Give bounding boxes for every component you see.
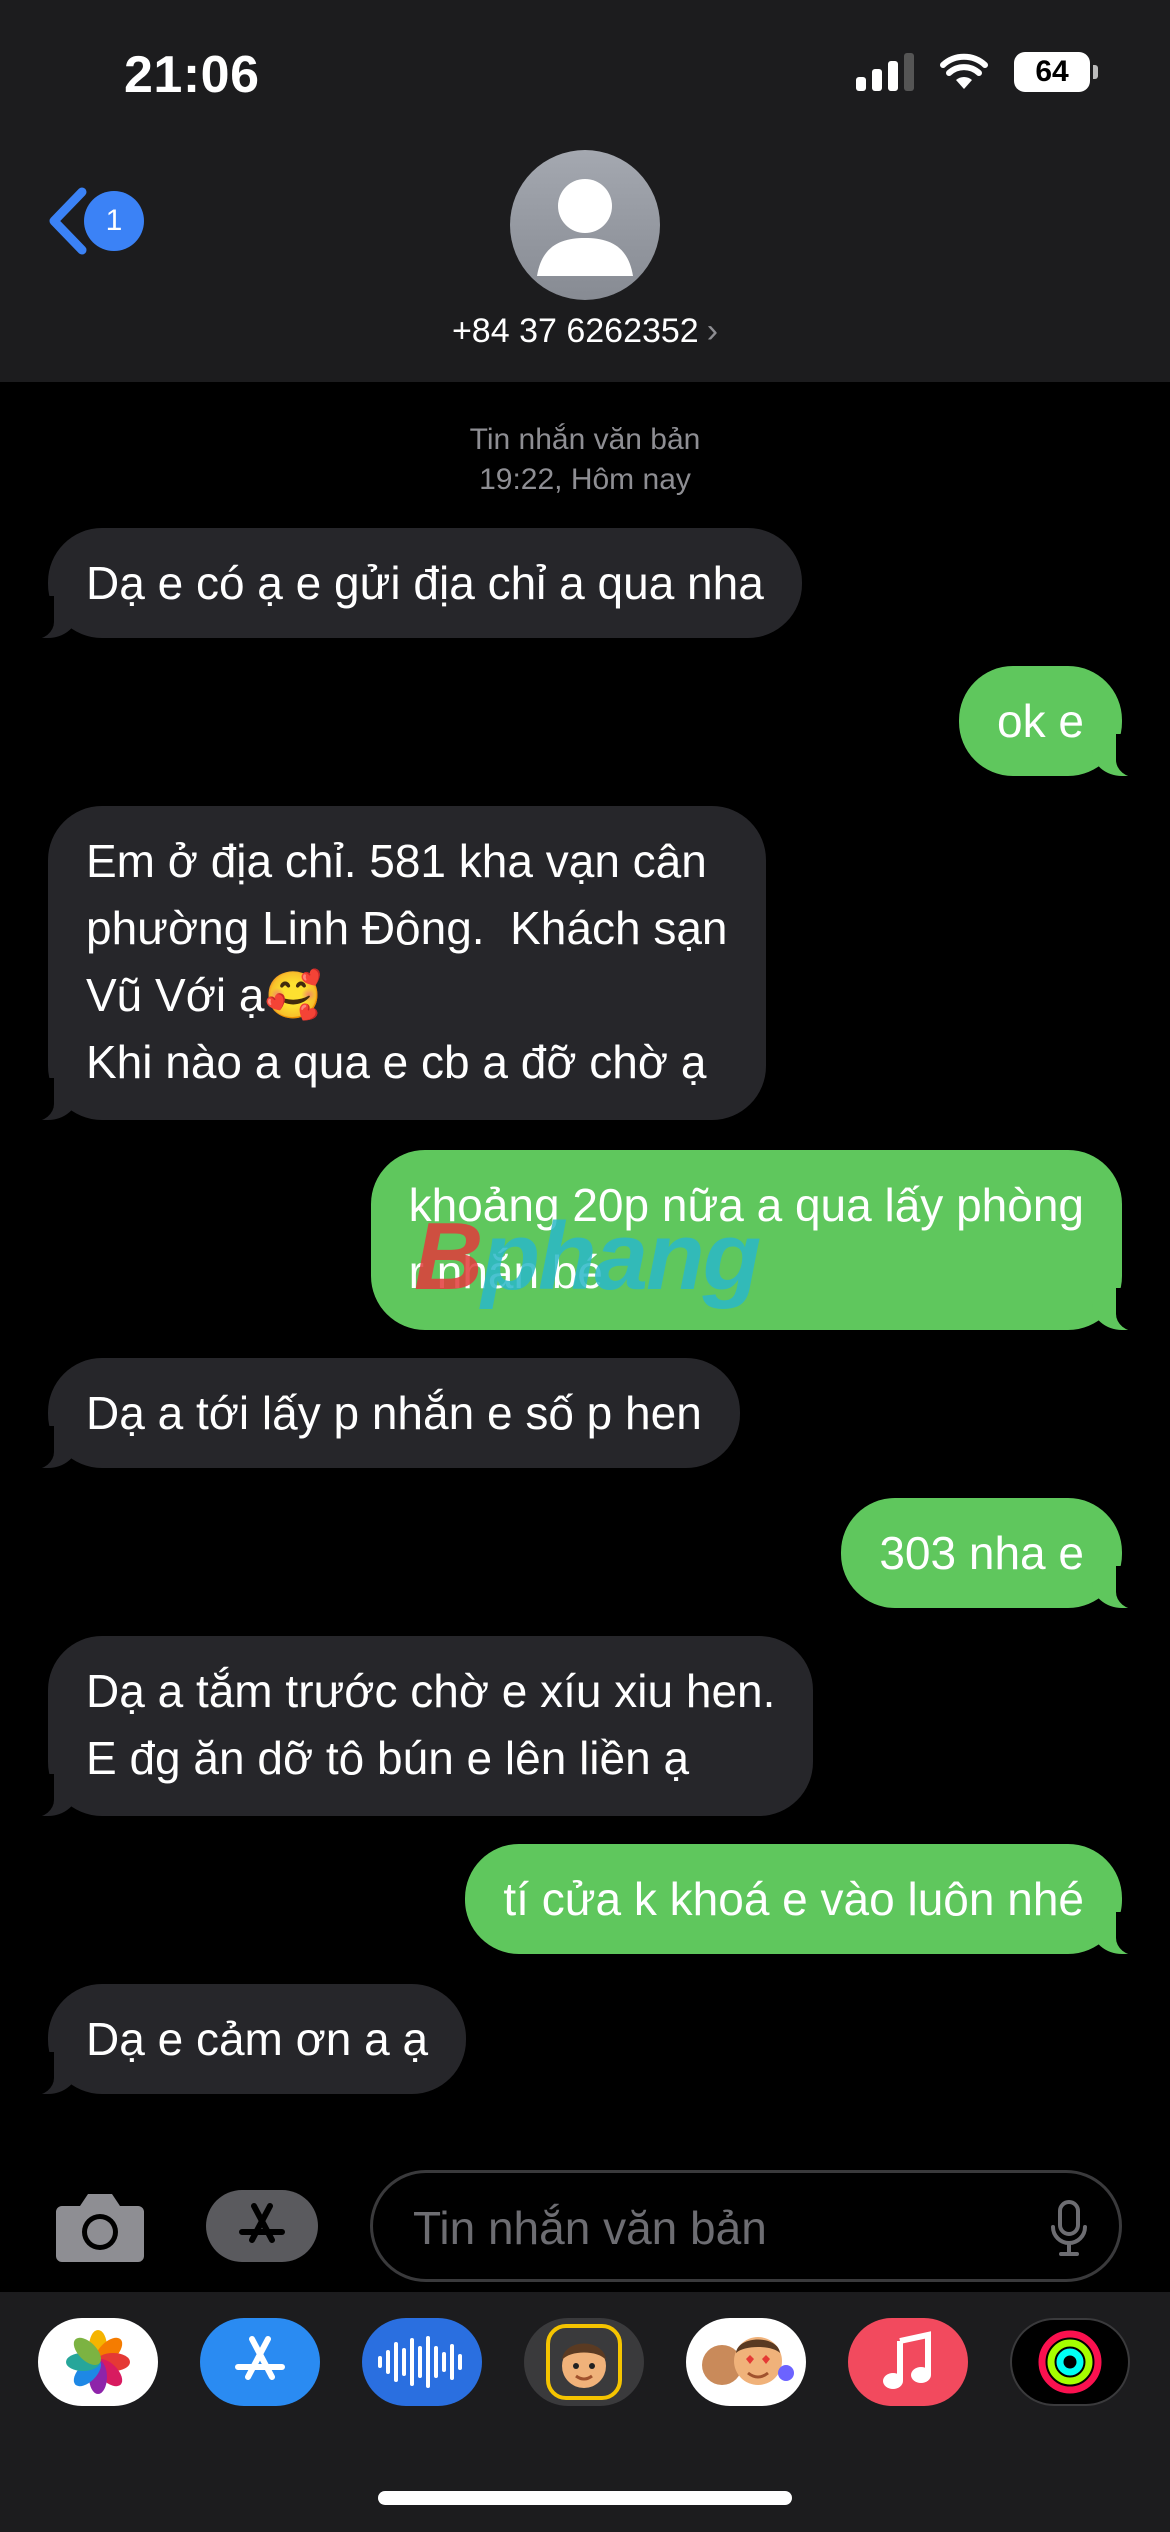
home-indicator[interactable] [378, 2491, 792, 2505]
voice-app-button[interactable] [362, 2318, 482, 2406]
app-store-icon [239, 2203, 285, 2243]
status-icons: 64 [856, 52, 1098, 92]
app-store-icon [235, 2336, 285, 2380]
cellular-signal-icon [856, 53, 914, 91]
message-input[interactable] [411, 2195, 1015, 2261]
app-store-app-button[interactable] [200, 2318, 320, 2406]
microphone-icon[interactable] [1049, 2199, 1089, 2257]
message-outgoing[interactable]: 303 nha e [841, 1498, 1152, 1610]
wifi-icon [940, 53, 988, 89]
conversation-header: 21:06 64 1 +84 37 6262352 › [0, 0, 1170, 382]
chevron-right-icon: › [706, 312, 719, 350]
memoji-app-button[interactable] [524, 2318, 644, 2406]
message-outgoing[interactable]: ok e [959, 666, 1152, 778]
message-incoming[interactable]: Dạ a tới lấy p nhắn e số p hen [18, 1358, 740, 1470]
message-incoming[interactable]: Dạ a tắm trước chờ e xíu xiu hen. E đg ă… [17, 1636, 814, 1818]
message-incoming[interactable]: Dạ e cảm ơn a ạ [17, 1984, 467, 2096]
message-input-container[interactable] [370, 2170, 1122, 2282]
music-app-button[interactable] [848, 2318, 968, 2406]
camera-icon[interactable] [54, 2188, 146, 2264]
thread-type-label: Tin nhắn văn bản [469, 423, 701, 456]
unread-count-badge: 1 [84, 191, 144, 251]
back-button[interactable]: 1 [46, 186, 144, 256]
photos-app-button[interactable] [38, 2318, 158, 2406]
voice-memo-icon [378, 2336, 462, 2388]
thread-timestamp: 19:22, Hôm nay [479, 463, 691, 496]
memoji-icon [546, 2324, 622, 2400]
contact-name[interactable]: +84 37 6262352 › [0, 312, 1170, 351]
memoji-stickers-icon [702, 2337, 794, 2385]
photos-icon [66, 2330, 130, 2394]
battery-icon: 64 [1014, 52, 1098, 92]
message-outgoing[interactable]: tí cửa k khoá e vào luôn nhé [465, 1844, 1152, 1956]
music-icon [883, 2331, 931, 2389]
message-incoming[interactable]: Dạ e có ạ e gửi địa chỉ a qua nha [18, 528, 802, 640]
watermark: Bphang [414, 1203, 761, 1310]
person-icon [537, 179, 633, 276]
message-incoming[interactable]: Em ở địa chỉ. 581 kha vạn cân phường Lin… [18, 806, 766, 1122]
fitness-app-button[interactable] [1010, 2318, 1130, 2406]
activity-icon [1038, 2330, 1102, 2394]
app-store-button[interactable] [206, 2190, 318, 2262]
avatar[interactable] [510, 150, 660, 300]
stickers-app-button[interactable] [686, 2318, 806, 2406]
status-time: 21:06 [124, 46, 260, 104]
